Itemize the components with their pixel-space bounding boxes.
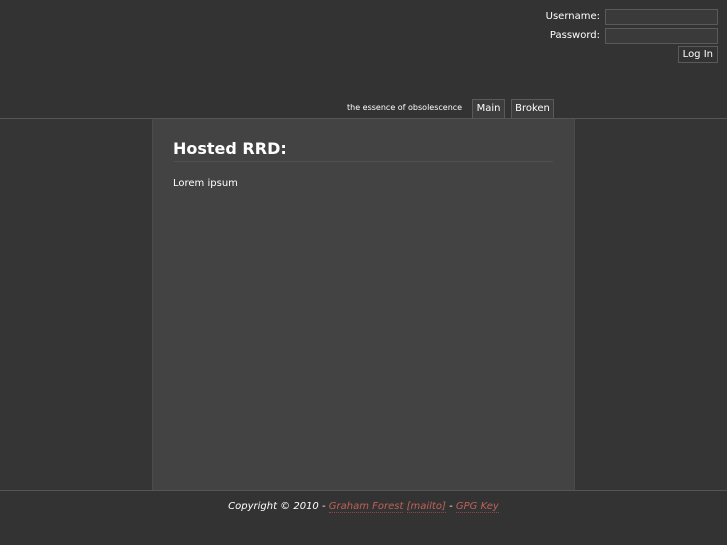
footer: Copyright © 2010 - Graham Forest [mailto… — [0, 491, 727, 545]
password-label: Password: — [549, 30, 600, 41]
main-content: Hosted RRD: Lorem ipsum — [152, 119, 575, 490]
footer-separator: - — [449, 501, 453, 512]
header: Username: Password: Log In the essence o… — [0, 0, 727, 118]
author-link[interactable]: Graham Forest — [328, 501, 404, 513]
tab-main[interactable]: Main — [472, 99, 505, 118]
password-input[interactable] — [605, 28, 718, 44]
title-divider — [173, 161, 553, 162]
body-text: Lorem ipsum — [173, 178, 238, 189]
login-button[interactable]: Log In — [677, 46, 718, 63]
username-input[interactable] — [605, 9, 718, 25]
gpg-key-link[interactable]: GPG Key — [455, 501, 499, 513]
tagline: the essence of obsolescence — [347, 103, 463, 112]
password-row: Password: — [518, 28, 718, 46]
username-label: Username: — [545, 11, 600, 22]
copyright-text: Copyright © 2010 - — [228, 501, 326, 512]
tab-broken[interactable]: Broken — [511, 99, 554, 118]
footer-text: Copyright © 2010 - Graham Forest [mailto… — [0, 501, 727, 513]
username-row: Username: — [518, 9, 718, 27]
mailto-link[interactable]: [mailto] — [406, 501, 446, 513]
page-title: Hosted RRD: — [173, 139, 287, 158]
login-form: Username: Password: Log In — [518, 9, 718, 63]
